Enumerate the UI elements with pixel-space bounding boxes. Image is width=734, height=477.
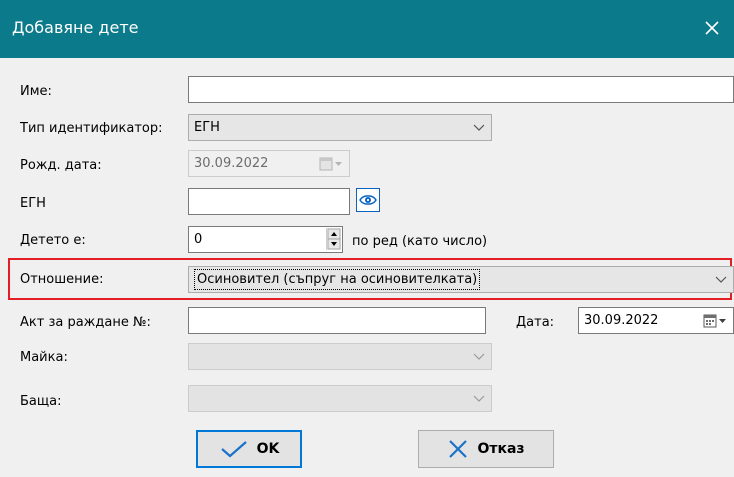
show-egn-button[interactable]: [356, 188, 380, 212]
date-label: Дата:: [516, 315, 555, 330]
dialog-window: Добавяне дете Име: Тип идентификатор: ЕГ…: [0, 0, 734, 477]
cancel-button[interactable]: Отказ: [418, 430, 554, 468]
birth-date-picker[interactable]: 30.09.2022: [188, 150, 350, 177]
child-order-value: 0: [194, 232, 203, 247]
child-order-label: Детето е:: [20, 233, 86, 248]
father-label: Баща:: [20, 394, 62, 409]
ok-button[interactable]: OK: [196, 430, 302, 468]
relation-select[interactable]: Осиновител (съпруг на осиновителката): [188, 266, 734, 293]
checkmark-icon: [220, 441, 247, 458]
eye-icon: [359, 195, 377, 205]
window-title: Добавяне дете: [12, 18, 139, 37]
calendar-icon: [319, 155, 343, 172]
egn-field[interactable]: [188, 188, 350, 215]
chevron-down-icon: [473, 115, 485, 140]
close-icon: [705, 21, 719, 35]
date-picker[interactable]: 30.09.2022: [578, 307, 734, 334]
id-type-label: Тип идентификатор:: [20, 121, 163, 136]
spin-buttons[interactable]: [326, 228, 341, 250]
chevron-down-icon: [473, 344, 485, 369]
mother-label: Майка:: [20, 350, 68, 365]
cancel-label: Отказ: [477, 441, 525, 457]
birth-act-field[interactable]: [188, 307, 486, 334]
relation-label: Отношение:: [20, 272, 104, 287]
child-order-stepper[interactable]: 0: [188, 226, 343, 253]
id-type-value: ЕГН: [194, 120, 220, 135]
x-icon: [449, 440, 468, 458]
relation-value: Осиновител (съпруг на осиновителката): [194, 269, 481, 290]
chevron-down-icon: [715, 267, 727, 292]
id-type-select[interactable]: ЕГН: [188, 114, 492, 141]
child-order-suffix: по ред (като число): [352, 234, 488, 249]
close-button[interactable]: [696, 12, 728, 44]
name-label: Име:: [20, 84, 52, 99]
father-select[interactable]: [188, 385, 492, 412]
name-field[interactable]: [188, 76, 734, 103]
mother-select[interactable]: [188, 343, 492, 370]
birth-date-label: Рожд. дата:: [20, 158, 102, 173]
calendar-icon[interactable]: [703, 312, 727, 329]
chevron-down-icon: [473, 386, 485, 411]
egn-label: ЕГН: [20, 196, 46, 211]
birth-date-value: 30.09.2022: [194, 156, 269, 171]
birth-act-label: Акт за раждане №:: [20, 315, 151, 330]
title-bar: Добавяне дете: [0, 0, 734, 58]
ok-label: OK: [256, 441, 280, 457]
date-value: 30.09.2022: [584, 313, 659, 328]
